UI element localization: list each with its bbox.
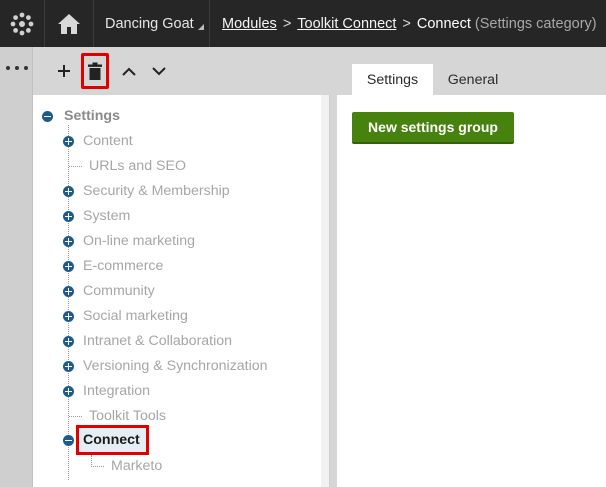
tree-item-label: Security & Membership bbox=[83, 183, 230, 199]
tree-item-connect[interactable]: Connect bbox=[63, 429, 140, 451]
collapse-icon[interactable] bbox=[42, 110, 53, 122]
tree-item-label: Content bbox=[83, 133, 133, 149]
expand-icon[interactable] bbox=[63, 285, 74, 297]
tree-item-label: Connect bbox=[83, 432, 140, 448]
tree-item-urls-seo[interactable]: URLs and SEO bbox=[69, 155, 186, 177]
tree-item-label: Social marketing bbox=[83, 308, 188, 324]
tab-settings[interactable]: Settings bbox=[352, 64, 433, 95]
breadcrumb-category: (Settings category) bbox=[474, 15, 597, 32]
left-rail bbox=[0, 47, 33, 487]
site-caret-icon bbox=[197, 23, 204, 30]
tabs-bar: Settings General bbox=[337, 47, 606, 95]
expand-icon[interactable] bbox=[63, 335, 74, 347]
tree-item-label: Toolkit Tools bbox=[89, 408, 167, 424]
plus-icon bbox=[58, 65, 70, 77]
site-selector[interactable]: Dancing Goat bbox=[95, 0, 210, 47]
breadcrumb: Modules > Toolkit Connect > Connect (Set… bbox=[222, 0, 597, 47]
expand-icon[interactable] bbox=[63, 310, 74, 322]
tree-item-label: URLs and SEO bbox=[89, 158, 186, 174]
breadcrumb-toolkit-link[interactable]: Toolkit Connect bbox=[297, 16, 396, 32]
dot bbox=[6, 66, 10, 70]
breadcrumb-separator: > bbox=[402, 15, 411, 32]
dot bbox=[15, 66, 19, 70]
tree-branch-line bbox=[91, 465, 104, 467]
tree-branch-line bbox=[69, 165, 82, 167]
app-logo-button[interactable] bbox=[0, 0, 44, 47]
tree-item-label: E-commerce bbox=[83, 258, 164, 274]
trash-icon bbox=[88, 62, 102, 80]
tree-item-label: Intranet & Collaboration bbox=[83, 333, 233, 349]
tree-item-label: Marketo bbox=[111, 458, 163, 474]
tab-general[interactable]: General bbox=[436, 64, 510, 95]
move-down-button[interactable] bbox=[145, 47, 173, 95]
tree-item-integration[interactable]: Integration bbox=[63, 380, 150, 402]
site-name: Dancing Goat bbox=[105, 15, 194, 32]
tree-root-settings[interactable]: Settings bbox=[42, 105, 120, 127]
breadcrumb-modules-link[interactable]: Modules bbox=[222, 16, 277, 32]
tree-scrollbar[interactable] bbox=[321, 95, 329, 487]
tree-item-label: Integration bbox=[83, 383, 151, 399]
expand-icon[interactable] bbox=[63, 360, 74, 372]
home-icon bbox=[58, 13, 80, 34]
tree-item-toolkit-tools[interactable]: Toolkit Tools bbox=[69, 405, 166, 427]
expand-icon[interactable] bbox=[63, 210, 74, 222]
tree-item-intranet[interactable]: Intranet & Collaboration bbox=[63, 330, 232, 352]
collapse-icon[interactable] bbox=[63, 434, 74, 446]
tree-item-label: System bbox=[83, 208, 131, 224]
tree-branch-line bbox=[69, 415, 82, 417]
dot bbox=[24, 66, 28, 70]
kentico-logo-icon bbox=[10, 12, 34, 35]
tree-item-label: Versioning & Synchronization bbox=[83, 358, 268, 374]
home-button[interactable] bbox=[44, 0, 94, 47]
expand-icon[interactable] bbox=[63, 135, 74, 147]
main-content: New settings group bbox=[337, 95, 606, 487]
tree-item-label: On-line marketing bbox=[83, 233, 195, 249]
tree-root-label: Settings bbox=[64, 108, 120, 124]
delete-button[interactable] bbox=[81, 53, 109, 89]
move-up-button[interactable] bbox=[115, 47, 143, 95]
tree-item-security[interactable]: Security & Membership bbox=[63, 180, 230, 202]
top-header: Dancing Goat Modules > Toolkit Connect >… bbox=[0, 0, 606, 47]
breadcrumb-separator: > bbox=[282, 15, 292, 32]
tree-item-label: Community bbox=[83, 283, 155, 299]
add-button[interactable] bbox=[50, 47, 78, 95]
expand-icon[interactable] bbox=[63, 185, 74, 197]
tree-item-community[interactable]: Community bbox=[63, 280, 155, 302]
tree-item-ecommerce[interactable]: E-commerce bbox=[63, 255, 163, 277]
tree-item-social-marketing[interactable]: Social marketing bbox=[63, 305, 188, 327]
tree-item-versioning[interactable]: Versioning & Synchronization bbox=[63, 355, 268, 377]
expand-icon[interactable] bbox=[63, 260, 74, 272]
more-options-icon[interactable] bbox=[6, 61, 28, 75]
breadcrumb-current: Connect bbox=[416, 15, 471, 32]
tree-item-marketo[interactable]: Marketo bbox=[91, 455, 162, 477]
expand-icon[interactable] bbox=[63, 235, 74, 247]
new-settings-group-button[interactable]: New settings group bbox=[352, 112, 514, 144]
settings-tree-panel: Settings Content URLs and SEO Security &… bbox=[33, 95, 330, 487]
tree-toolbar bbox=[33, 47, 330, 95]
expand-icon[interactable] bbox=[63, 385, 74, 397]
tree-item-content[interactable]: Content bbox=[63, 130, 133, 152]
chevron-down-icon bbox=[152, 66, 166, 75]
chevron-up-icon bbox=[122, 67, 136, 76]
tree-item-online-marketing[interactable]: On-line marketing bbox=[63, 230, 195, 252]
tree-item-system[interactable]: System bbox=[63, 205, 130, 227]
